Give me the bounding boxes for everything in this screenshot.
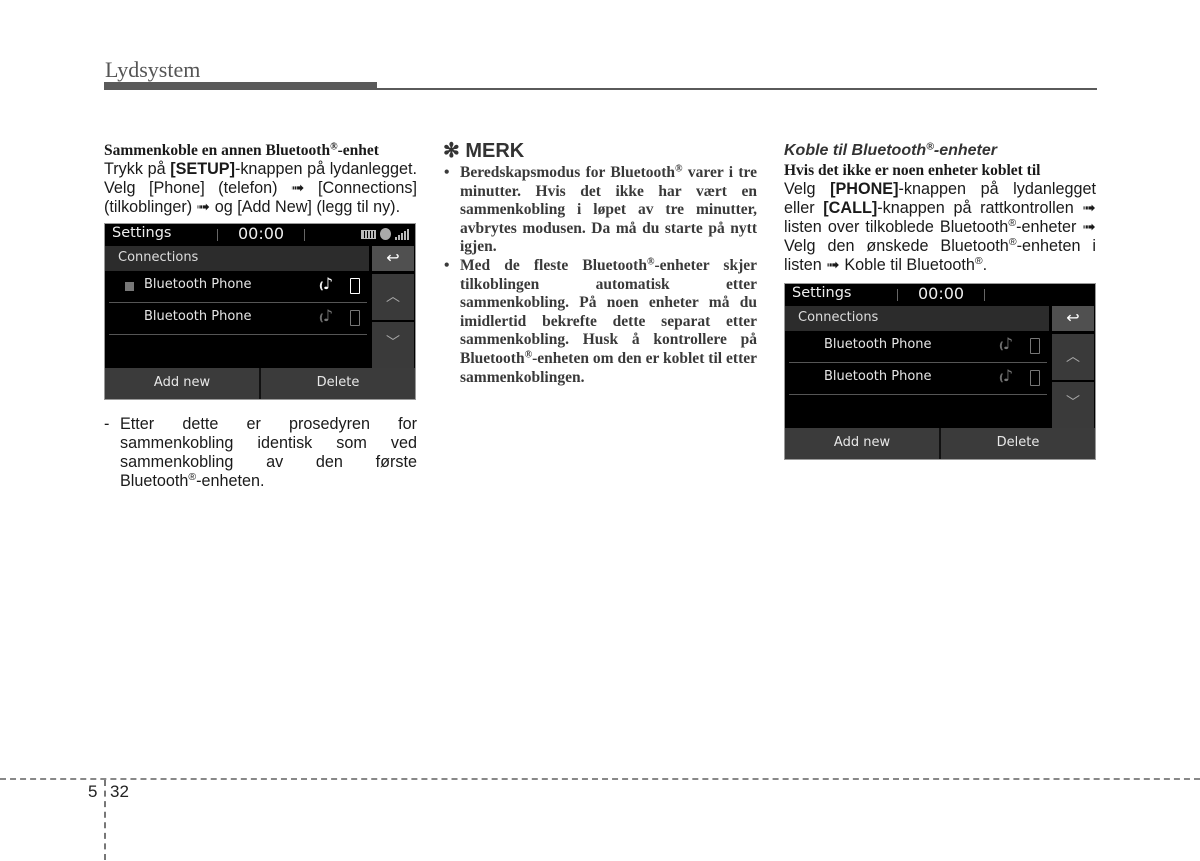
back-button[interactable]: ↩ (1052, 306, 1094, 331)
back-icon: ↩ (386, 248, 400, 267)
scroll-up-button[interactable]: ︿ (1052, 334, 1094, 380)
clock: 00:00 (918, 284, 965, 303)
device-row[interactable]: Bluetooth Phone ((♪ (109, 271, 367, 303)
back-icon: ↩ (1066, 308, 1080, 327)
signal-icon (395, 228, 409, 240)
page-number: 32 (110, 782, 129, 801)
note-item: • Med de fleste Bluetooth®-enheter skjer … (444, 256, 757, 386)
scroll-down-button[interactable]: ﹀ (372, 322, 414, 368)
bluetooth-icon (380, 228, 391, 240)
audio-streaming-icon: ((♪ (319, 306, 334, 325)
device-list: Bluetooth Phone ((♪ Bluetooth Phone ((♪ (105, 271, 369, 368)
screen-connections-2: Settings 00:00 Connections ↩ Bluetooth P… (784, 283, 1096, 460)
battery-icon (361, 229, 376, 239)
device-row[interactable]: Bluetooth Phone ((♪ (789, 331, 1047, 363)
screen-connections-1: Settings 00:00 Connections ↩ Bluetooth P… (104, 223, 416, 400)
subheader: Connections (105, 246, 369, 271)
procedure-note: - Etter dette er prosedyren for sammenkob… (104, 415, 417, 490)
subheader: Connections (785, 306, 1049, 331)
screen-title: Settings (792, 285, 852, 301)
header-rule-thick (104, 82, 377, 90)
connect-instructions: Velg [PHONE]-knappen på lydanlegget elle… (784, 180, 1096, 274)
footer-vertical-rule (104, 780, 106, 860)
delete-button[interactable]: Delete (941, 428, 1095, 459)
add-new-button[interactable]: Add new (105, 368, 261, 399)
selected-indicator-icon (125, 282, 134, 291)
connect-subheading: Hvis det ikke er noen enheter koblet til (784, 162, 1041, 179)
note-title: ✻ MERK (443, 140, 525, 162)
device-list: Bluetooth Phone ((♪ Bluetooth Phone ((♪ (785, 331, 1049, 428)
status-bar: Settings 00:00 (105, 224, 415, 246)
back-button[interactable]: ↩ (372, 246, 414, 271)
delete-button[interactable]: Delete (261, 368, 415, 399)
chapter-number: 5 (88, 782, 98, 801)
device-row[interactable]: Bluetooth Phone ((♪ (789, 363, 1047, 395)
note-list: • Beredskapsmodus for Bluetooth® varer i … (443, 164, 757, 387)
phone-icon (350, 278, 360, 294)
clock: 00:00 (238, 224, 285, 243)
status-bar: Settings 00:00 (785, 284, 1095, 306)
scroll-up-button[interactable]: ︿ (372, 274, 414, 320)
audio-streaming-icon: ((♪ (999, 334, 1014, 353)
chevron-down-icon: ﹀ (386, 335, 400, 351)
device-row[interactable]: Bluetooth Phone ((♪ (109, 303, 367, 335)
phone-icon (350, 310, 360, 326)
screen-title: Settings (112, 225, 172, 241)
pair-instructions: Trykk på [SETUP]-knappen på lydanlegget.… (104, 160, 417, 216)
audio-streaming-icon: ((♪ (319, 274, 334, 293)
chevron-down-icon: ﹀ (1066, 395, 1080, 411)
scroll-down-button[interactable]: ﹀ (1052, 382, 1094, 428)
note-item: • Beredskapsmodus for Bluetooth® varer i … (444, 163, 758, 256)
connect-heading: Koble til Bluetooth®-enheter (784, 141, 997, 159)
phone-icon (1030, 370, 1040, 386)
pair-heading: Sammenkoble en annen Bluetooth®-enhet (104, 141, 379, 159)
footer-rule (0, 778, 1200, 780)
add-new-button[interactable]: Add new (785, 428, 941, 459)
section-title: Lydsystem (105, 57, 201, 82)
audio-streaming-icon: ((♪ (999, 366, 1014, 385)
column-pair-another-device: Sammenkoble en annen Bluetooth®-enhet Tr… (104, 140, 417, 491)
header-rule-thin (377, 88, 1097, 90)
scroll-controls: ︿ ﹀ (1052, 334, 1094, 428)
chevron-up-icon: ︿ (1066, 349, 1080, 365)
chevron-up-icon: ︿ (386, 289, 400, 305)
column-connect-devices: Koble til Bluetooth®-enheter Hvis det ik… (784, 140, 1096, 460)
scroll-controls: ︿ ﹀ (372, 274, 414, 368)
column-note: ✻ MERK • Beredskapsmodus for Bluetooth® v… (443, 140, 757, 387)
phone-icon (1030, 338, 1040, 354)
